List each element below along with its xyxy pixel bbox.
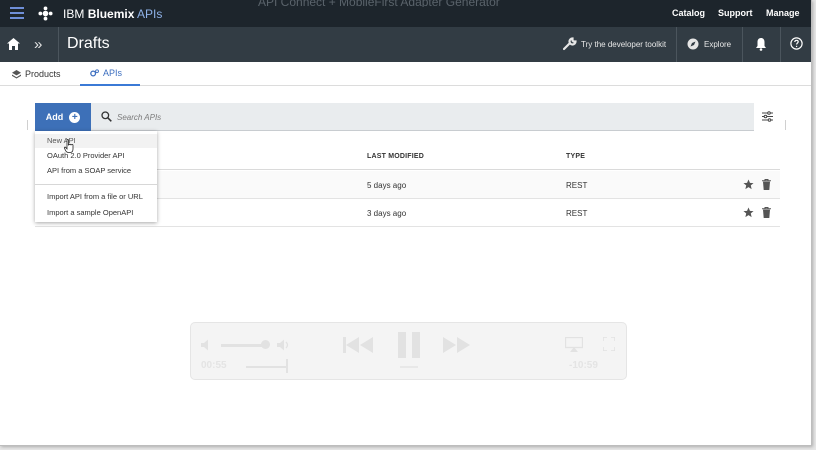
airplay-icon[interactable] <box>565 337 583 352</box>
divider <box>676 27 677 62</box>
star-icon[interactable] <box>743 207 754 218</box>
search-box <box>91 103 754 131</box>
tab-bar: Products APIs <box>0 62 811 86</box>
help-icon[interactable] <box>790 37 803 50</box>
hamburger-menu-icon[interactable] <box>10 7 24 19</box>
type-cell: REST <box>566 209 588 218</box>
home-icon[interactable] <box>7 38 20 50</box>
menu-item-import-api[interactable]: Import API from a file or URL <box>35 190 157 204</box>
add-button[interactable]: Add + <box>35 103 91 131</box>
video-player-overlay: 00:55 -10:59 <box>190 322 627 380</box>
nav-manage[interactable]: Manage <box>766 8 800 18</box>
ghost-edge <box>785 120 786 130</box>
divider <box>58 27 59 62</box>
rewind-icon[interactable] <box>343 337 375 353</box>
menu-divider <box>35 184 157 185</box>
video-scrubber[interactable] <box>246 366 288 368</box>
menu-item-soap-api[interactable]: API from a SOAP service <box>35 164 157 178</box>
tab-apis-label: APIs <box>103 68 123 78</box>
ghost-edge <box>27 120 28 130</box>
star-icon[interactable] <box>743 179 754 190</box>
divider <box>780 27 781 62</box>
brand-title[interactable]: IBM Bluemix APIs <box>63 7 162 21</box>
last-modified-cell: 3 days ago <box>367 209 407 218</box>
top-bar: IBM Bluemix APIs API Connect + MobileFir… <box>0 0 811 27</box>
brand-ibm: IBM <box>63 7 85 21</box>
window-title: API Connect + MobileFirst Adapter Genera… <box>258 0 500 7</box>
column-last-modified[interactable]: LAST MODIFIED <box>367 153 424 160</box>
trash-icon[interactable] <box>762 179 771 190</box>
brand-apis: APIs <box>137 7 163 21</box>
search-icon <box>101 111 112 122</box>
plus-icon: + <box>69 111 81 123</box>
api-toolbar: Add + <box>35 103 754 131</box>
explore-link[interactable]: Explore <box>704 40 731 49</box>
filter-settings-icon[interactable] <box>762 111 773 122</box>
volume-max-icon[interactable] <box>277 339 291 351</box>
wrench-icon[interactable] <box>563 37 577 51</box>
divider <box>742 27 743 62</box>
sub-bar: » Drafts Try the developer toolkit Explo… <box>0 27 811 62</box>
notifications-bell-icon[interactable] <box>755 37 767 51</box>
video-remaining-time: -10:59 <box>569 360 598 371</box>
page-title: Drafts <box>67 35 110 52</box>
search-input[interactable] <box>117 109 717 125</box>
products-icon <box>12 69 21 79</box>
pause-icon[interactable] <box>397 332 421 358</box>
add-menu: New API OAuth 2.0 Provider API API from … <box>35 131 157 222</box>
volume-slider[interactable] <box>221 344 265 347</box>
video-scrubber-handle[interactable] <box>286 359 288 373</box>
compass-icon[interactable] <box>687 38 699 50</box>
app-window: IBM Bluemix APIs API Connect + MobileFir… <box>0 0 812 446</box>
brand-bluemix: Bluemix <box>87 7 135 21</box>
video-progress-mark <box>400 366 418 368</box>
column-type[interactable]: TYPE <box>566 153 585 160</box>
menu-item-new-api[interactable]: New API <box>35 134 157 148</box>
nav-catalog[interactable]: Catalog <box>672 8 705 18</box>
add-button-label: Add <box>45 112 64 122</box>
last-modified-cell: 5 days ago <box>367 181 407 190</box>
menu-item-oauth-provider-api[interactable]: OAuth 2.0 Provider API <box>35 149 157 163</box>
tab-apis[interactable]: APIs <box>80 62 140 86</box>
trash-icon[interactable] <box>762 207 771 218</box>
fullscreen-icon[interactable] <box>603 337 615 351</box>
nav-support[interactable]: Support <box>718 8 753 18</box>
volume-slider-handle[interactable] <box>261 340 270 349</box>
developer-toolkit-link[interactable]: Try the developer toolkit <box>581 40 666 49</box>
tab-products-label: Products <box>25 69 61 79</box>
hand-cursor-icon <box>64 139 74 153</box>
tab-products[interactable]: Products <box>12 62 61 86</box>
video-elapsed-time: 00:55 <box>201 360 227 371</box>
apis-gear-icon <box>90 68 99 76</box>
volume-icon[interactable] <box>201 339 215 351</box>
type-cell: REST <box>566 181 588 190</box>
expand-nav-icon[interactable]: » <box>34 37 42 52</box>
menu-item-import-sample-openapi[interactable]: Import a sample OpenAPI <box>35 206 157 220</box>
fast-forward-icon[interactable] <box>443 337 471 353</box>
bluemix-logo-icon <box>38 6 53 21</box>
